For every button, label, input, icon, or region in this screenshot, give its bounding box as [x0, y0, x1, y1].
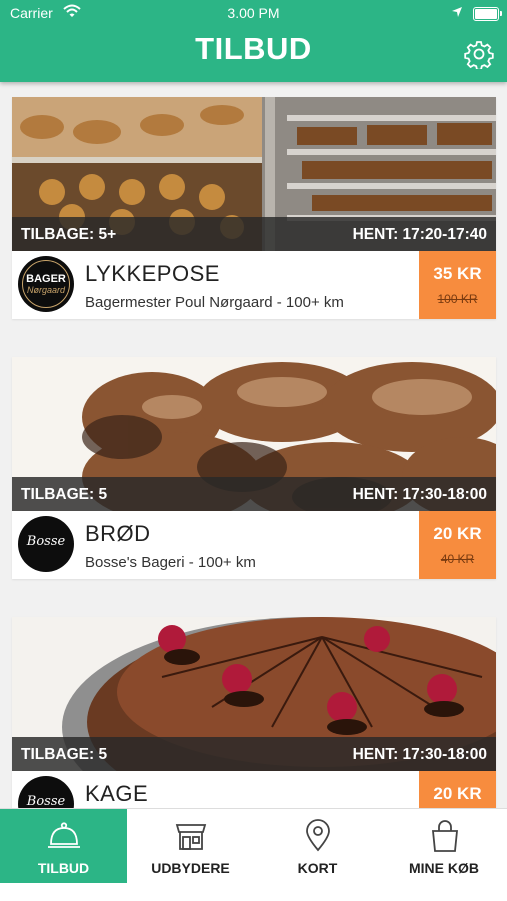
remaining-count: TILBAGE: 5+: [21, 226, 117, 243]
offer-overlay: TILBAGE: 5 HENT: 17:30-18:00: [12, 477, 496, 511]
cloche-icon: [48, 822, 80, 848]
remaining-count: TILBAGE: 5: [21, 486, 108, 503]
offer-photo: TILBAGE: 5 HENT: 17:30-18:00: [12, 617, 496, 771]
price-badge: 35 KR 100 KR: [419, 251, 496, 319]
offer-info: Bosse BRØD Bosse's Bageri - 100+ km 20 K…: [12, 511, 496, 579]
offer-overlay: TILBAGE: 5 HENT: 17:30-18:00: [12, 737, 496, 771]
map-pin-icon: [306, 819, 330, 852]
logo-text: BAGER: [26, 273, 66, 285]
offer-photo: TILBAGE: 5 HENT: 17:30-18:00: [12, 357, 496, 511]
tab-bar: TILBUD UDBYDERE KORT MINE KØB: [0, 808, 507, 901]
page-title: TILBUD: [195, 31, 312, 66]
pickup-time: HENT: 17:30-18:00: [352, 746, 487, 763]
pickup-time: HENT: 17:30-18:00: [352, 486, 487, 503]
app-header: Carrier 3.00 PM TILBUD: [0, 0, 507, 82]
tab-label: UDBYDERE: [151, 860, 230, 876]
price-original: 40 KR: [440, 552, 475, 566]
tab-label: TILBUD: [37, 860, 90, 876]
offer-overlay: TILBAGE: 5+ HENT: 17:20-17:40: [12, 217, 496, 251]
offer-card[interactable]: TILBAGE: 5 HENT: 17:30-18:00 Bosse KAGE …: [12, 617, 496, 839]
offer-card[interactable]: TILBAGE: 5 HENT: 17:30-18:00 Bosse BRØD …: [12, 357, 496, 579]
price-current: 35 KR: [433, 264, 482, 283]
tab-kort[interactable]: KORT: [254, 809, 381, 883]
remaining-count: TILBAGE: 5: [21, 746, 108, 763]
price-current: 20 KR: [433, 784, 482, 803]
price-current: 20 KR: [433, 524, 482, 543]
tab-udbydere[interactable]: UDBYDERE: [127, 809, 254, 883]
logo-text: Bosse: [26, 794, 66, 809]
tab-mine-koeb[interactable]: MINE KØB: [381, 809, 507, 883]
battery-icon: [473, 7, 502, 21]
price-original: 100 KR: [437, 292, 478, 306]
logo-subtext: Nørgaard: [26, 285, 65, 295]
vendor-logo: BAGER Nørgaard: [18, 256, 74, 312]
offer-card[interactable]: TILBAGE: 5+ HENT: 17:20-17:40 BAGER Nørg…: [12, 97, 496, 319]
tab-label: MINE KØB: [409, 860, 479, 876]
tab-tilbud[interactable]: TILBUD: [0, 809, 127, 883]
shopping-bag-icon: [432, 820, 458, 852]
vendor-distance: Bosse's Bageri - 100+ km: [85, 554, 256, 571]
gear-icon[interactable]: [464, 39, 494, 71]
offer-name: BRØD: [85, 521, 151, 546]
shop-icon: [175, 824, 207, 850]
status-bar: Carrier 3.00 PM: [0, 0, 507, 26]
offer-list: TILBAGE: 5+ HENT: 17:20-17:40 BAGER Nørg…: [12, 97, 496, 877]
vendor-logo: Bosse: [18, 516, 74, 572]
clock: 3.00 PM: [227, 5, 280, 21]
offer-photo: TILBAGE: 5+ HENT: 17:20-17:40: [12, 97, 496, 251]
location-arrow-icon: [451, 5, 463, 21]
offer-info: BAGER Nørgaard LYKKEPOSE Bagermester Pou…: [12, 251, 496, 319]
pickup-time: HENT: 17:20-17:40: [352, 226, 487, 243]
logo-text: Bosse: [26, 534, 66, 549]
offer-name: KAGE: [85, 781, 149, 806]
price-badge: 20 KR 40 KR: [419, 511, 496, 579]
tab-label: KORT: [297, 860, 338, 876]
vendor-distance: Bagermester Poul Nørgaard - 100+ km: [85, 294, 344, 311]
offer-name: LYKKEPOSE: [85, 261, 220, 286]
